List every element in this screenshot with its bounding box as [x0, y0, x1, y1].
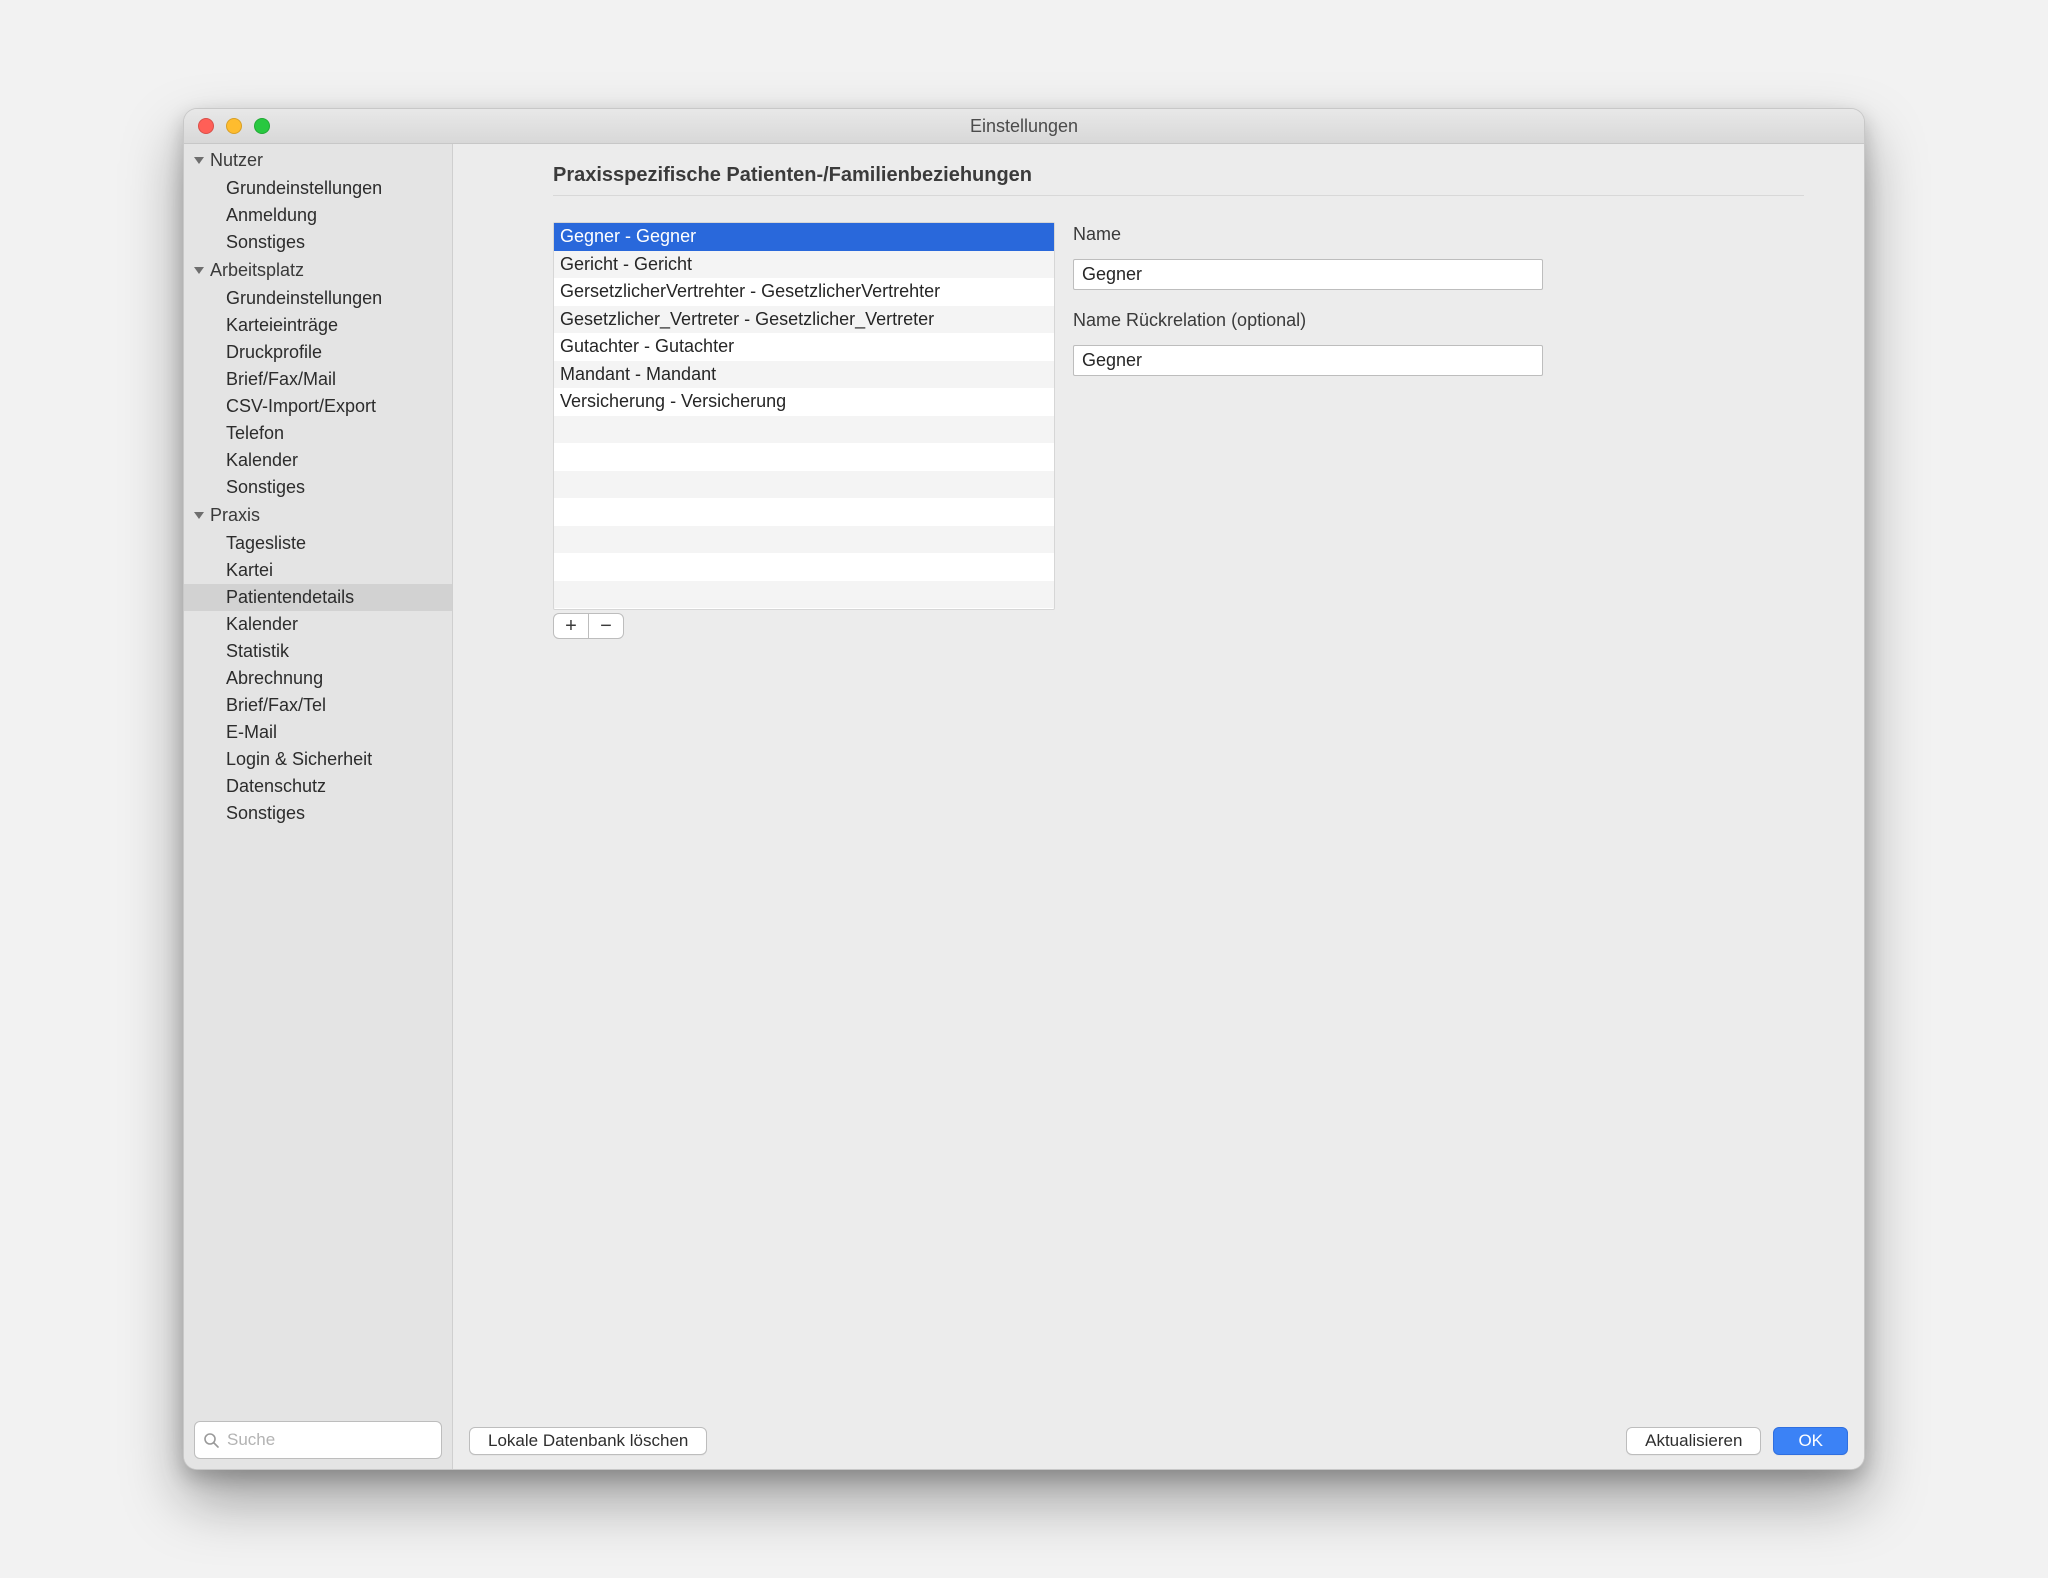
sidebar-section-label: Praxis	[210, 505, 260, 526]
add-relation-button[interactable]: +	[554, 614, 588, 638]
sidebar-item[interactable]: Abrechnung	[184, 665, 452, 692]
list-item[interactable]	[554, 471, 1054, 499]
sidebar-item[interactable]: Brief/Fax/Mail	[184, 366, 452, 393]
sidebar-item[interactable]: Druckprofile	[184, 339, 452, 366]
sidebar-section-header[interactable]: Arbeitsplatz	[184, 256, 452, 285]
page-heading: Praxisspezifische Patienten-/Familienbez…	[553, 164, 1804, 196]
sidebar-search[interactable]	[194, 1421, 442, 1459]
chevron-down-icon	[194, 512, 204, 519]
sidebar-item[interactable]: Karteieinträge	[184, 312, 452, 339]
sidebar-item[interactable]: Grundeinstellungen	[184, 285, 452, 312]
search-icon	[203, 1432, 219, 1448]
sidebar-section-label: Nutzer	[210, 150, 263, 171]
sidebar-item[interactable]: Grundeinstellungen	[184, 175, 452, 202]
sidebar-search-input[interactable]	[225, 1429, 433, 1451]
list-item[interactable]: GersetzlicherVertrehter - GesetzlicherVe…	[554, 278, 1054, 306]
list-item[interactable]	[554, 443, 1054, 471]
content-area: Praxisspezifische Patienten-/Familienbez…	[453, 144, 1864, 1469]
sidebar-item[interactable]: Sonstiges	[184, 474, 452, 501]
back-relation-input[interactable]	[1073, 345, 1543, 376]
list-item[interactable]: Gericht - Gericht	[554, 251, 1054, 279]
window-title: Einstellungen	[184, 116, 1864, 137]
sidebar-item[interactable]: Brief/Fax/Tel	[184, 692, 452, 719]
footer-bar: Lokale Datenbank löschen Aktualisieren O…	[453, 1417, 1864, 1469]
sidebar-item[interactable]: Anmeldung	[184, 202, 452, 229]
name-label: Name	[1073, 224, 1543, 245]
sidebar-item[interactable]: Sonstiges	[184, 800, 452, 827]
settings-window: Einstellungen NutzerGrundeinstellungenAn…	[183, 108, 1865, 1470]
sidebar-item[interactable]: Telefon	[184, 420, 452, 447]
plus-icon: +	[565, 616, 577, 636]
relations-column: Gegner - GegnerGericht - GerichtGersetzl…	[553, 222, 1055, 639]
list-item[interactable]: Gutachter - Gutachter	[554, 333, 1054, 361]
refresh-button[interactable]: Aktualisieren	[1626, 1427, 1761, 1455]
sidebar-item[interactable]: Datenschutz	[184, 773, 452, 800]
list-item[interactable]: Mandant - Mandant	[554, 361, 1054, 389]
chevron-down-icon	[194, 267, 204, 274]
minus-icon: −	[600, 616, 612, 636]
sidebar-item[interactable]: Statistik	[184, 638, 452, 665]
list-item[interactable]	[554, 581, 1054, 609]
list-item[interactable]	[554, 526, 1054, 554]
sidebar-item[interactable]: Kalender	[184, 611, 452, 638]
sidebar: NutzerGrundeinstellungenAnmeldungSonstig…	[184, 144, 453, 1469]
chevron-down-icon	[194, 157, 204, 164]
listbox-toolbar: + −	[553, 613, 624, 639]
sidebar-item[interactable]: E-Mail	[184, 719, 452, 746]
relation-form: Name Name Rückrelation (optional)	[1073, 222, 1543, 394]
sidebar-nav: NutzerGrundeinstellungenAnmeldungSonstig…	[184, 144, 452, 1411]
back-relation-label: Name Rückrelation (optional)	[1073, 310, 1543, 331]
name-input[interactable]	[1073, 259, 1543, 290]
relations-listbox[interactable]: Gegner - GegnerGericht - GerichtGersetzl…	[553, 222, 1055, 610]
sidebar-item[interactable]: Sonstiges	[184, 229, 452, 256]
sidebar-section-header[interactable]: Nutzer	[184, 146, 452, 175]
sidebar-item[interactable]: Patientendetails	[184, 584, 452, 611]
list-item[interactable]: Versicherung - Versicherung	[554, 388, 1054, 416]
list-item[interactable]	[554, 498, 1054, 526]
sidebar-item[interactable]: Tagesliste	[184, 530, 452, 557]
sidebar-item[interactable]: Kalender	[184, 447, 452, 474]
sidebar-item[interactable]: CSV-Import/Export	[184, 393, 452, 420]
remove-relation-button[interactable]: −	[588, 614, 623, 638]
list-item[interactable]	[554, 553, 1054, 581]
titlebar: Einstellungen	[184, 109, 1864, 144]
sidebar-item[interactable]: Kartei	[184, 557, 452, 584]
ok-button[interactable]: OK	[1773, 1427, 1848, 1455]
list-item[interactable]	[554, 416, 1054, 444]
list-item[interactable]: Gegner - Gegner	[554, 223, 1054, 251]
sidebar-section-label: Arbeitsplatz	[210, 260, 304, 281]
sidebar-item[interactable]: Login & Sicherheit	[184, 746, 452, 773]
list-item[interactable]: Gesetzlicher_Vertreter - Gesetzlicher_Ve…	[554, 306, 1054, 334]
sidebar-section-header[interactable]: Praxis	[184, 501, 452, 530]
delete-local-db-button[interactable]: Lokale Datenbank löschen	[469, 1427, 707, 1455]
